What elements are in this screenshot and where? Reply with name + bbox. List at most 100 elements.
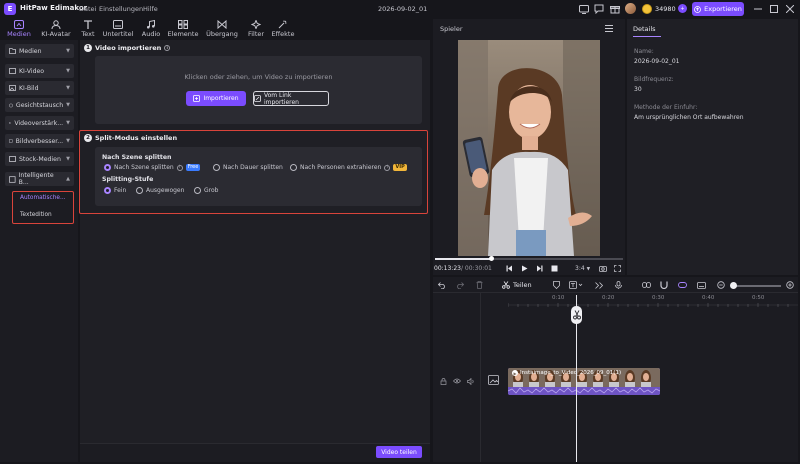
info-icon[interactable]: i [176,164,183,171]
zoom-in-icon[interactable] [785,280,795,290]
fullscreen-icon[interactable] [612,264,622,273]
play-icon[interactable] [519,264,529,273]
screen-icon[interactable] [578,3,590,15]
music-icon [147,20,155,29]
detail-key-framerate: Bildfrequenz: [634,76,674,83]
tab-medien[interactable]: Medien [6,18,32,40]
user-avatar[interactable] [625,3,636,14]
radio-level-coarse[interactable]: Grob [194,187,218,194]
stock-icon [9,156,16,162]
ruler-label: 0:50 [752,295,765,301]
sidebar-item-ki-video[interactable]: KI-Video ▼ [5,64,74,78]
section-split-title: 2 Split-Modus einstellen [84,134,177,142]
link-clips-icon[interactable] [641,280,651,290]
feedback-icon[interactable] [593,3,605,15]
gift-icon[interactable] [609,3,621,15]
track-link-icon[interactable] [677,280,687,290]
sidebar-subitem-textedition[interactable]: Textedition [20,212,52,218]
microphone-icon[interactable] [613,280,623,290]
tab-text[interactable]: Text [78,18,98,40]
magnet-icon[interactable] [659,280,669,290]
drop-zone[interactable] [95,56,422,124]
split-mode-label: Nach Szene splitten [102,154,172,161]
export-button[interactable]: Exportieren [692,2,744,16]
radio-level-balanced[interactable]: Ausgewogen [136,187,184,194]
radio-selected [104,164,111,171]
ai-caption-icon[interactable] [696,280,706,290]
tab-untertitel[interactable]: Untertitel [102,18,134,40]
zoom-slider-handle[interactable] [730,282,737,289]
close-icon[interactable] [784,3,796,15]
snapshot-icon[interactable] [598,264,608,273]
playback-progress-handle[interactable] [488,256,494,261]
tab-elemente[interactable]: Elemente [167,18,199,40]
video-preview[interactable] [458,40,600,256]
track-visibility-icon[interactable] [453,378,461,385]
document-title: 2026-09-02_01 [378,5,428,13]
radio-split-by-duration[interactable]: Nach Dauer splitten [213,164,283,171]
chevron-down-icon: ▼ [586,267,591,272]
tab-filter[interactable]: Filter [245,18,267,40]
import-button[interactable]: Importieren [186,91,246,106]
sidebar-item-medien[interactable]: Medien ▼ [5,44,74,58]
ruler-label: 0:20 [602,295,615,301]
tab-uebergang[interactable]: Übergang [204,18,240,40]
clip-speed-icon: ▶ [512,370,518,376]
subtitle-icon [113,20,123,29]
text-tool-dropdown[interactable] [568,280,584,290]
tab-audio[interactable]: Audio [139,18,163,40]
aspect-ratio-select[interactable]: 3:4 ▼ [575,265,590,272]
sidebar-item-intelligente-bearbeitung[interactable]: Intelligente B... ▲ [5,172,74,186]
app-logo-icon: E [4,3,16,15]
track-audio-icon[interactable] [467,378,475,385]
info-icon[interactable]: i [384,164,391,171]
delete-icon[interactable] [474,280,484,290]
menu-hilfe[interactable]: Hilfe [143,5,158,13]
step-number: 2 [84,134,92,142]
sidebar-item-stock-medien[interactable]: Stock-Medien ▼ [5,152,74,166]
zoom-out-icon[interactable] [716,280,726,290]
timeline-ruler-ticks [508,303,798,307]
sidebar-subitem-automatische[interactable]: Automatische... [20,195,66,201]
sidebar-item-gesichtstausch[interactable]: Gesichtstausch ▼ [5,98,74,112]
zoom-slider-track[interactable] [733,285,781,287]
add-credits-icon[interactable]: + [678,4,687,13]
track-lock-icon[interactable] [440,378,447,385]
radio-split-by-scene[interactable]: Nach Szene splitten i Free [104,164,201,171]
split-tool-button[interactable]: Teilen [502,280,532,290]
scissors-icon [572,310,581,320]
menu-einstellungen[interactable]: Einstellungen [99,5,143,13]
tab-effekte[interactable]: Effekte [270,18,296,40]
section-import-title: 1 Video importieren i [84,44,171,52]
player-menu-icon[interactable] [605,25,614,33]
step-back-icon[interactable] [504,264,514,273]
text-icon [84,20,92,29]
maximize-icon[interactable] [768,3,780,15]
player-label: Spieler [440,25,463,33]
sidebar-item-videoverstaerker[interactable]: Videoverstärk... ▼ [5,116,74,130]
step-forward-icon[interactable] [534,264,544,273]
tab-ki-avatar[interactable]: KI-Avatar [38,18,74,40]
menu-datei[interactable]: Datei [79,5,96,13]
elements-icon [178,20,188,29]
radio-extract-by-person[interactable]: Nach Personen extrahieren i VIP [290,164,407,171]
playhead-handle[interactable] [571,306,582,324]
radio-level-fine[interactable]: Fein [104,187,126,194]
vip-badge: VIP [393,164,407,171]
minimize-icon[interactable] [752,3,764,15]
tab-details[interactable]: Details [633,25,661,37]
redo-icon[interactable] [455,280,465,290]
info-icon[interactable]: i [164,45,171,51]
coin-icon [642,4,652,14]
undo-icon[interactable] [437,280,447,290]
import-from-link-button[interactable]: Vom Link importieren [253,91,329,106]
stop-icon[interactable] [549,264,559,273]
sidebar-item-bildverbesserer[interactable]: Bildverbesser... ▼ [5,134,74,148]
media-icon [14,20,24,29]
split-video-button[interactable]: Video teilen [376,446,422,458]
sidebar-item-ki-bild[interactable]: KI-Bild ▼ [5,81,74,95]
fast-forward-icon[interactable] [594,280,604,290]
chevron-down-icon: ▼ [66,138,70,144]
marker-icon[interactable] [551,280,561,290]
track-cover-icon[interactable] [488,375,500,386]
